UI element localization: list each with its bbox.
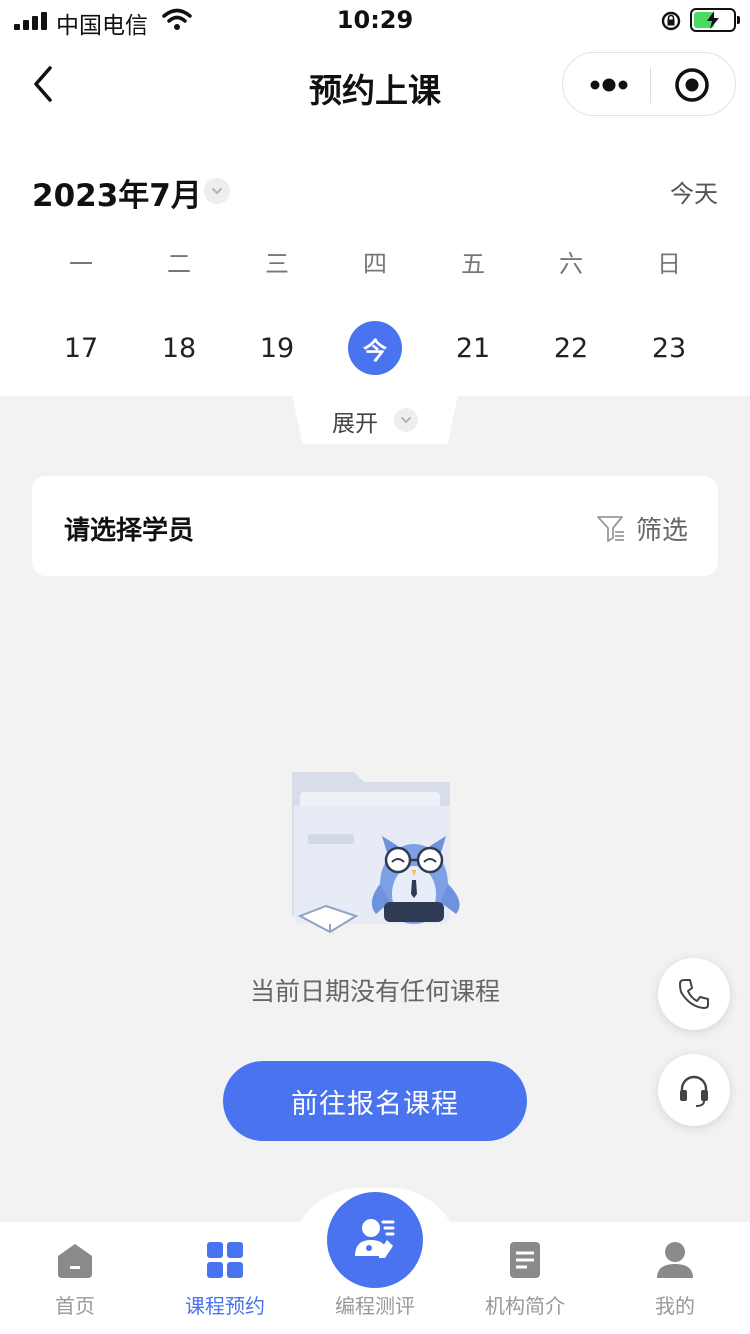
tab-institution-intro[interactable]: 机构简介	[450, 1240, 600, 1330]
expand-calendar-button[interactable]: 展开	[292, 394, 458, 444]
chevron-down-icon[interactable]	[204, 178, 230, 204]
tab-label: 机构简介	[485, 1294, 565, 1318]
nav-bar: 预约上课	[0, 44, 750, 132]
date-cell[interactable]: 19	[228, 320, 326, 376]
date-cell-selected[interactable]: 今	[326, 320, 424, 376]
clock: 10:29	[336, 6, 414, 34]
weekday-label: 一	[69, 250, 93, 278]
tab-label: 课程预约	[185, 1294, 265, 1318]
tab-label: 编程测评	[335, 1294, 415, 1318]
tab-home[interactable]: 首页	[0, 1240, 150, 1330]
phone-icon	[679, 979, 709, 1009]
filter-label: 筛选	[635, 515, 688, 546]
tab-assessment[interactable]	[327, 1192, 423, 1288]
expand-label: 展开	[332, 411, 378, 437]
filter-button[interactable]: 筛选	[596, 510, 688, 546]
weekday-label: 日	[657, 250, 681, 278]
status-bar: 中国电信 10:29	[0, 0, 750, 44]
more-dots-icon[interactable]	[589, 75, 629, 95]
filter-icon	[597, 516, 624, 542]
weekday-label: 六	[559, 250, 583, 278]
date-label: 17	[63, 332, 99, 364]
capsule-divider	[650, 67, 651, 103]
mini-program-capsule	[562, 52, 736, 116]
today-link[interactable]: 今天	[670, 174, 718, 209]
profile-icon	[657, 1242, 693, 1278]
date-label: 18	[161, 332, 197, 364]
home-icon	[58, 1244, 92, 1278]
date-label: 今	[348, 321, 402, 375]
tab-label: 我的	[655, 1294, 695, 1318]
rotation-lock-icon	[661, 11, 681, 31]
weekday-label: 二	[167, 250, 191, 278]
empty-state-message: 当前日期没有任何课程	[249, 977, 500, 1006]
go-enroll-button[interactable]: 前往报名课程	[223, 1061, 527, 1141]
grid-icon	[207, 1242, 243, 1278]
headset-icon	[680, 1075, 708, 1107]
date-cell[interactable]: 18	[130, 320, 228, 376]
weekday-row: 一 二 三 四 五 六 日	[32, 244, 718, 279]
empty-state-illustration	[292, 772, 460, 934]
phone-button[interactable]	[658, 958, 730, 1030]
battery-icon	[690, 8, 740, 32]
student-select-card[interactable]: 请选择学员 筛选	[32, 476, 718, 576]
date-cell[interactable]: 22	[522, 320, 620, 376]
weekday-label: 三	[265, 250, 289, 278]
date-label: 22	[553, 332, 589, 364]
date-row: 17 18 19 今 21 22 23	[32, 320, 718, 376]
chevron-down-icon	[394, 408, 418, 432]
document-icon	[510, 1242, 540, 1278]
date-cell[interactable]: 17	[32, 320, 130, 376]
tab-profile[interactable]: 我的	[600, 1240, 750, 1330]
target-close-icon[interactable]	[673, 66, 711, 104]
month-label[interactable]: 2023年7月	[32, 170, 202, 215]
weekday-label: 四	[363, 250, 387, 278]
date-label: 21	[455, 332, 491, 364]
customer-service-button[interactable]	[658, 1054, 730, 1126]
assessment-icon	[355, 1219, 395, 1258]
date-cell[interactable]: 23	[620, 320, 718, 376]
calendar: 2023年7月 今天 一 二 三 四 五 六 日 17 18 19 今 21 2…	[0, 132, 750, 396]
weekday-label: 五	[461, 250, 485, 278]
date-label: 19	[259, 332, 295, 364]
date-cell[interactable]: 21	[424, 320, 522, 376]
tab-label: 首页	[55, 1294, 95, 1318]
student-select-label: 请选择学员	[64, 516, 195, 546]
date-label: 23	[651, 332, 687, 364]
tab-course-booking[interactable]: 课程预约	[150, 1240, 300, 1330]
